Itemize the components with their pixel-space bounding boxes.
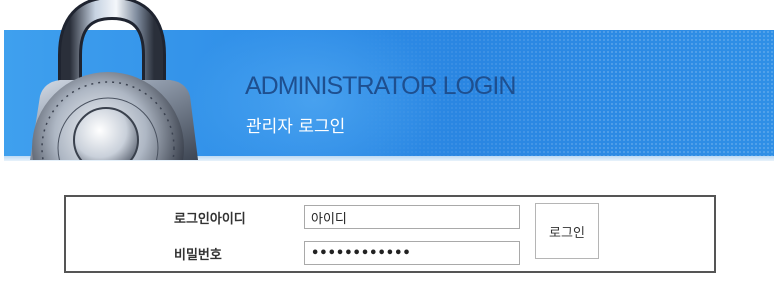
- login-form: 로그인아이디 비밀번호 로그인: [64, 195, 716, 273]
- padlock-icon: [30, 0, 198, 160]
- login-id-input[interactable]: [304, 205, 520, 229]
- login-button[interactable]: 로그인: [535, 203, 599, 259]
- page-title: ADMINISTRATOR LOGIN: [245, 72, 516, 100]
- password-label: 비밀번호: [174, 248, 222, 263]
- page-subtitle: 관리자 로그인: [246, 117, 346, 137]
- login-id-label: 로그인아이디: [174, 212, 246, 227]
- password-input[interactable]: [304, 241, 520, 265]
